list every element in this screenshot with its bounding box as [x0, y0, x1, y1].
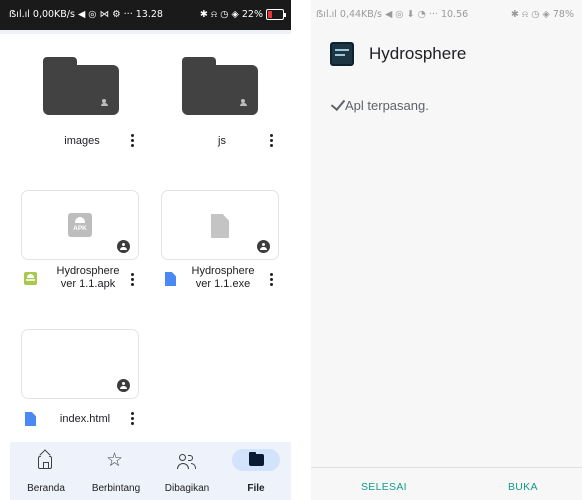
folder-icon[interactable] [43, 57, 119, 115]
star-icon: ☆ [106, 449, 124, 471]
file-name-line1: Hydrosphere [191, 265, 255, 277]
more-options-icon[interactable] [131, 134, 135, 148]
file-thumbnail-html[interactable] [21, 329, 139, 399]
app-icon [330, 42, 354, 66]
folder-name-js[interactable]: js [190, 135, 254, 148]
footer-divider [311, 467, 582, 468]
installer-screen: ẞıl.ıl 0,44KB/s ◀ ◎ ⬇ ◔ ··· 10.56 ✱ ⍾ ◷ … [311, 0, 582, 500]
apk-icon: APK [68, 213, 92, 237]
more-options-icon[interactable] [131, 412, 135, 426]
more-options-icon[interactable] [270, 273, 274, 287]
home-icon [38, 456, 52, 469]
nav-item-dibagikan[interactable]: Dibagikan [155, 442, 219, 500]
checkmark-icon [330, 96, 345, 112]
people-icon [177, 454, 197, 470]
apk-file-icon [24, 272, 37, 285]
screenshot-stage: ẞıl.ıl 0,00KB/s ◀ ◎ ⋈ ⚙ ··· 13.28 ✱ ⍾ ◷ … [0, 0, 582, 500]
file-name-line1: Hydrosphere [56, 265, 120, 277]
open-button[interactable]: BUKA [508, 481, 538, 493]
nav-item-file[interactable]: File [224, 442, 288, 500]
document-file-icon [25, 412, 36, 426]
nav-label: Berbintang [91, 483, 141, 494]
status-bar-right: ✱ ⍾ ◷ ◈ 22% [199, 9, 263, 20]
apk-thumb-label: APK [73, 225, 87, 232]
status-bar: ẞıl.ıl 0,00KB/s ◀ ◎ ⋈ ⚙ ··· 13.28 ✱ ⍾ ◷ … [0, 0, 291, 30]
folder-icon [249, 452, 264, 466]
battery-icon [266, 9, 286, 20]
status-bar-right: ✱ ⍾ ◷ ◈ 78% [510, 9, 574, 20]
shared-icon [117, 379, 130, 392]
app-name: Hydrosphere [369, 44, 467, 63]
status-bar-left: ẞıl.ıl 0,44KB/s ◀ ◎ ⬇ ◔ ··· 10.56 [316, 9, 469, 20]
more-options-icon[interactable] [270, 134, 274, 148]
header-divider [0, 30, 291, 34]
folder-name-images[interactable]: images [50, 135, 114, 148]
done-button[interactable]: SELESAI [361, 481, 407, 493]
nav-item-berbintang[interactable]: ☆ Berbintang [84, 442, 148, 500]
nav-label: File [247, 483, 265, 494]
active-indicator [232, 449, 280, 471]
shared-icon [117, 240, 130, 253]
file-thumbnail-exe[interactable] [161, 190, 279, 260]
bottom-navigation: Beranda ☆ Berbintang Dibagikan File [10, 442, 291, 500]
file-name-html[interactable]: index.html [50, 413, 120, 426]
file-name-line2: ver 1.1.apk [60, 278, 116, 290]
file-name-exe[interactable]: Hydrosphere ver 1.1.exe [178, 265, 268, 291]
status-bar-left: ẞıl.ıl 0,00KB/s ◀ ◎ ⋈ ⚙ ··· 13.28 [9, 9, 163, 20]
document-icon [211, 214, 229, 238]
nav-label: Beranda [27, 483, 65, 494]
document-file-icon [165, 272, 176, 286]
nav-item-beranda[interactable]: Beranda [14, 442, 78, 500]
status-bar: ẞıl.ıl 0,44KB/s ◀ ◎ ⬇ ◔ ··· 10.56 ✱ ⍾ ◷ … [311, 0, 582, 30]
files-app-screen: ẞıl.ıl 0,00KB/s ◀ ◎ ⋈ ⚙ ··· 13.28 ✱ ⍾ ◷ … [0, 0, 291, 500]
shared-icon [240, 99, 248, 106]
file-name-line2: ver 1.1.exe [195, 278, 251, 290]
more-options-icon[interactable] [131, 273, 135, 287]
nav-label: Dibagikan [164, 483, 210, 494]
shared-icon [257, 240, 270, 253]
install-status-message: Apl terpasang. [345, 98, 429, 113]
folder-icon[interactable] [182, 57, 258, 115]
file-name-apk[interactable]: Hydrosphere ver 1.1.apk [43, 265, 133, 291]
file-thumbnail-apk[interactable]: APK [21, 190, 139, 260]
shared-icon [101, 99, 109, 106]
